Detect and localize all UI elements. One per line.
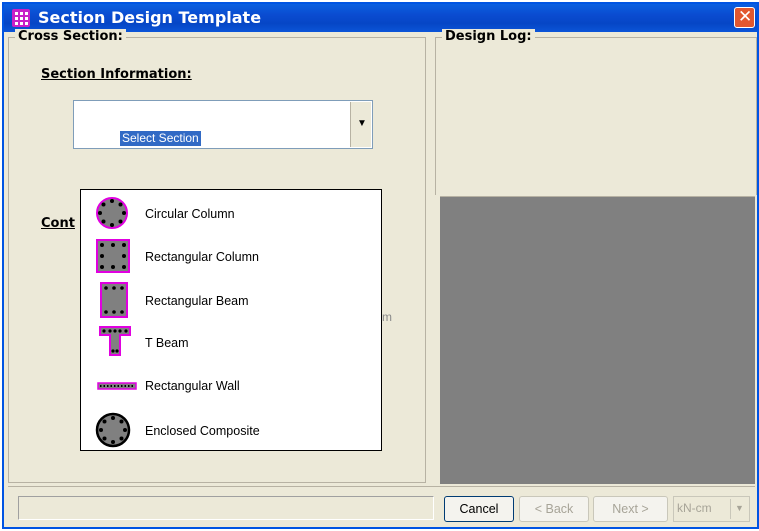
close-icon: ✕	[738, 7, 753, 27]
t-beam-icon	[99, 326, 131, 356]
circular-column-icon	[96, 197, 128, 229]
dropdown-item-label: T Beam	[145, 336, 189, 350]
dropdown-item-t-beam[interactable]: T Beam	[81, 321, 381, 363]
dropdown-item-label: Rectangular Column	[145, 250, 259, 264]
units-dropdown-button[interactable]: ▼	[730, 499, 748, 519]
next-button[interactable]: Next >	[593, 496, 668, 522]
chevron-down-icon: ▼	[735, 503, 744, 513]
enclosed-composite-icon	[95, 412, 131, 448]
design-log-group: Design Log:	[435, 29, 757, 195]
rectangular-beam-icon	[100, 282, 128, 318]
window-title: Section Design Template	[38, 8, 262, 27]
section-graphics-panel[interactable]	[440, 196, 755, 484]
units-select-value: kN-cm	[677, 501, 712, 515]
status-bar	[18, 496, 434, 520]
app-grid-icon	[12, 9, 30, 27]
dropdown-item-enclosed-composite[interactable]: Enclosed Composite	[81, 409, 381, 451]
cross-section-label: Cross Section:	[15, 29, 126, 44]
chevron-down-icon: ▼	[357, 118, 367, 129]
rectangular-wall-icon	[97, 382, 137, 390]
section-select[interactable]: Select Section ▼	[73, 100, 373, 149]
dropdown-item-label: Rectangular Beam	[145, 294, 249, 308]
close-button[interactable]: ✕	[734, 7, 755, 28]
section-select-dropdown-button[interactable]: ▼	[350, 102, 371, 147]
section-information-label: Section Information:	[41, 67, 192, 82]
design-log-label: Design Log:	[442, 29, 535, 44]
dropdown-item-label: Circular Column	[145, 207, 235, 221]
section-select-value: Select Section	[120, 131, 201, 146]
back-button[interactable]: < Back	[519, 496, 589, 522]
title-bar[interactable]: Section Design Template ✕	[4, 4, 757, 32]
dropdown-item-rectangular-wall[interactable]: Rectangular Wall	[81, 364, 381, 406]
cancel-button[interactable]: Cancel	[444, 496, 514, 522]
rectangular-column-icon	[96, 239, 130, 273]
footer-separator	[8, 486, 755, 487]
dropdown-item-label: Enclosed Composite	[145, 424, 260, 438]
cont-label: Cont	[41, 216, 75, 231]
section-dropdown-list: Circular Column Rectangular Column Recta…	[80, 189, 382, 451]
units-select[interactable]: kN-cm ▼	[673, 496, 750, 522]
dropdown-item-circular-column[interactable]: Circular Column	[81, 192, 381, 234]
dropdown-item-rectangular-beam[interactable]: Rectangular Beam	[81, 279, 381, 321]
dropdown-item-label: Rectangular Wall	[145, 379, 240, 393]
dropdown-item-rectangular-column[interactable]: Rectangular Column	[81, 235, 381, 277]
